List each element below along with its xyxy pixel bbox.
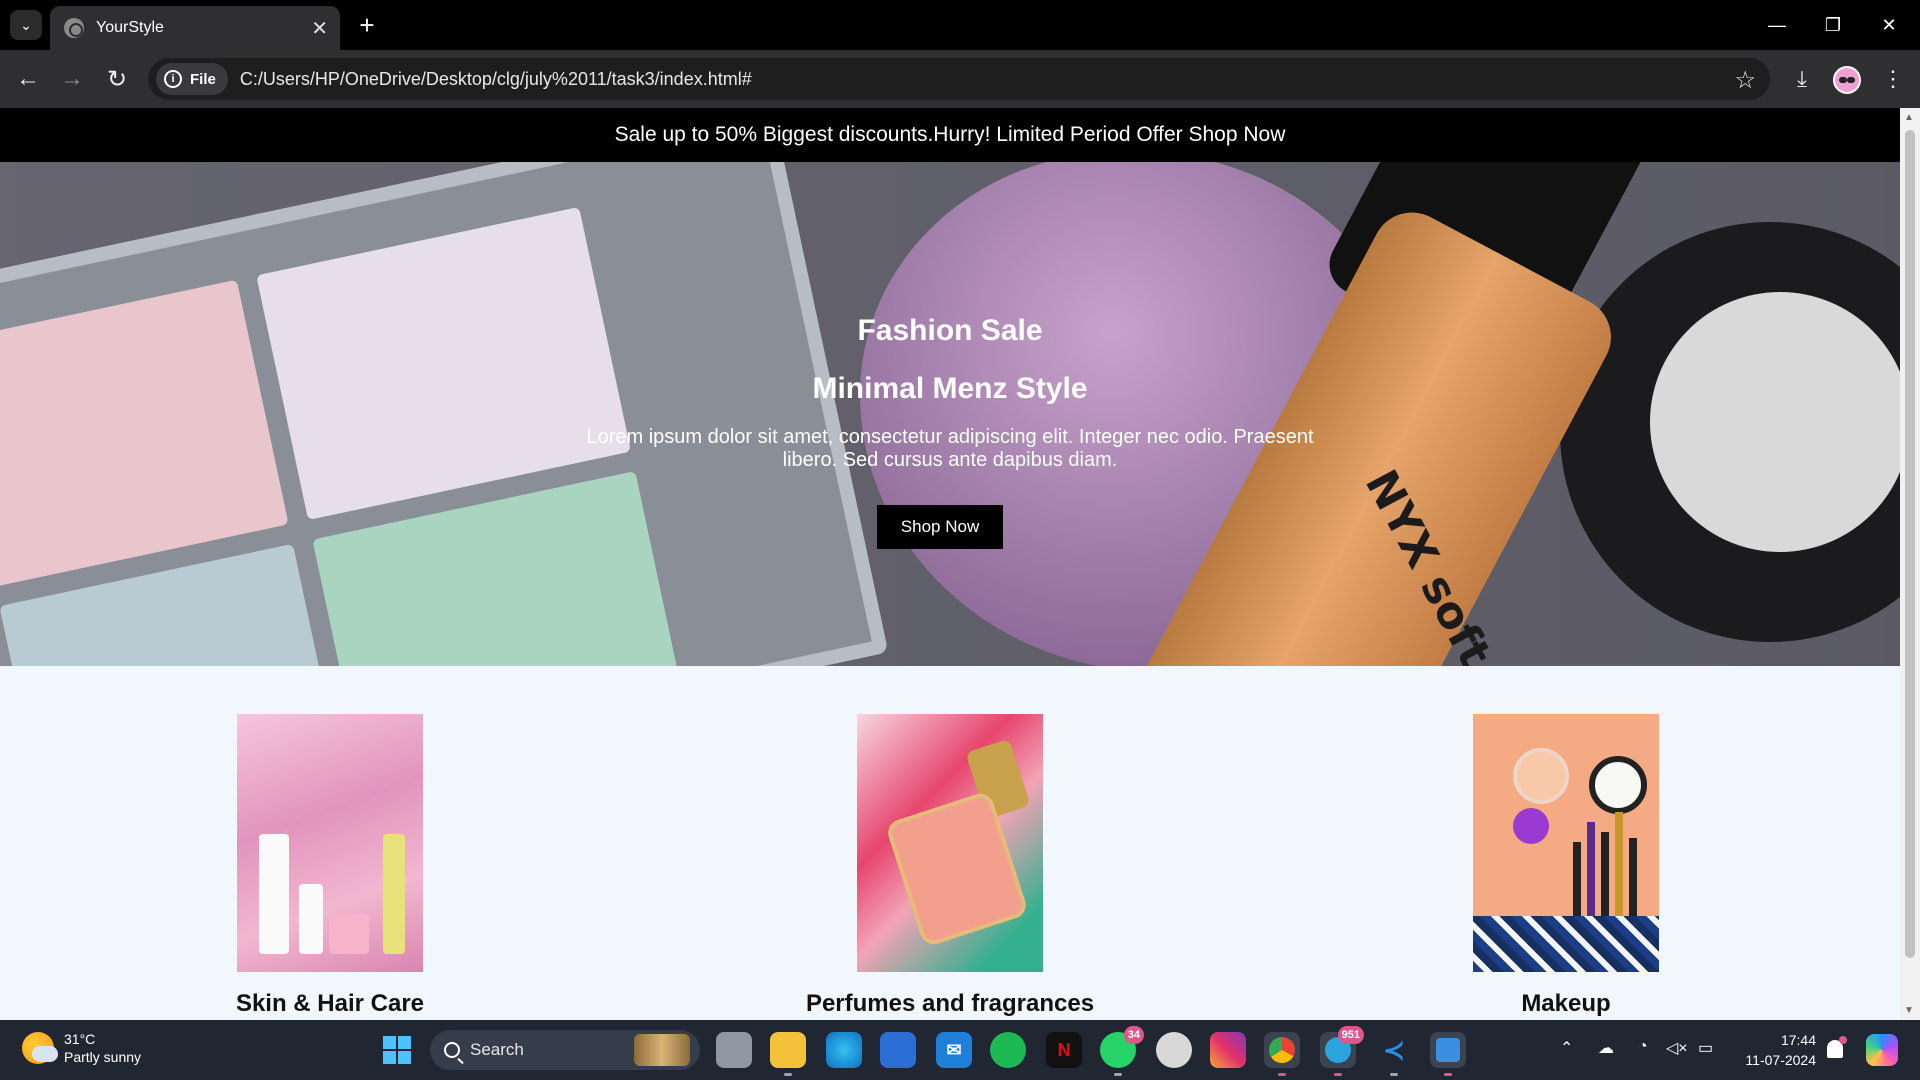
close-window-button[interactable]: ✕ bbox=[1864, 8, 1914, 42]
spotify-icon[interactable] bbox=[990, 1032, 1026, 1068]
windows-taskbar: 31°C Partly sunny Search ✉ N 34 951 ≺ ⌃ … bbox=[0, 1020, 1920, 1080]
onedrive-icon[interactable]: ☁ bbox=[1598, 1038, 1614, 1058]
taskbar-search[interactable]: Search bbox=[430, 1030, 700, 1070]
instagram-icon[interactable] bbox=[1210, 1032, 1246, 1068]
scroll-thumb[interactable] bbox=[1905, 130, 1915, 958]
minimize-button[interactable]: — bbox=[1752, 8, 1802, 42]
perfume-image[interactable] bbox=[857, 714, 1043, 972]
partly-sunny-icon bbox=[22, 1032, 58, 1064]
volume-muted-icon[interactable]: ◁× bbox=[1666, 1038, 1688, 1058]
browser-tab-bar: ⌄ YourStyle ✕ + — ❐ ✕ bbox=[0, 0, 1920, 50]
restore-button[interactable]: ❐ bbox=[1808, 8, 1858, 42]
scroll-up-icon[interactable]: ▲ bbox=[1904, 112, 1914, 123]
back-button[interactable]: ← bbox=[12, 63, 44, 95]
profile-avatar[interactable] bbox=[1833, 66, 1861, 94]
hero-section: NYX soft matte lip cream Fashion Sale Mi… bbox=[0, 162, 1900, 666]
hero-description: Lorem ipsum dolor sit amet, consectetur … bbox=[586, 426, 1314, 471]
clock-date: 11-07-2024 bbox=[1745, 1052, 1816, 1068]
browser-toolbar: ← → ↻ i File C:/Users/HP/OneDrive/Deskto… bbox=[0, 50, 1920, 108]
weather-widget[interactable]: 31°C Partly sunny bbox=[22, 1030, 141, 1066]
netflix-icon[interactable]: N bbox=[1046, 1032, 1082, 1068]
forward-button[interactable]: → bbox=[56, 63, 88, 95]
task-view-icon[interactable] bbox=[716, 1032, 752, 1068]
download-icon[interactable]: ⤓ bbox=[1786, 63, 1818, 95]
makeup-image[interactable] bbox=[1473, 714, 1659, 972]
tab-yourstyle[interactable]: YourStyle ✕ bbox=[50, 6, 340, 50]
start-button[interactable] bbox=[383, 1036, 411, 1064]
show-hidden-icons[interactable]: ⌃ bbox=[1560, 1038, 1573, 1058]
clock-time: 17:44 bbox=[1780, 1032, 1816, 1048]
store-icon[interactable] bbox=[880, 1032, 916, 1068]
vscode-icon[interactable]: ≺ bbox=[1376, 1032, 1412, 1076]
weather-description: Partly sunny bbox=[64, 1049, 142, 1065]
reload-button[interactable]: ↻ bbox=[101, 63, 133, 95]
bookmark-star-icon[interactable]: ☆ bbox=[1734, 66, 1756, 95]
chevron-down-icon: ⌄ bbox=[20, 16, 32, 33]
category-label: Perfumes and fragrances bbox=[805, 990, 1095, 1017]
search-label: Search bbox=[470, 1040, 524, 1059]
tab-search-button[interactable]: ⌄ bbox=[10, 10, 42, 40]
menu-kebab-icon[interactable]: ⋮ bbox=[1877, 63, 1909, 95]
shop-now-button[interactable]: Shop Now bbox=[877, 505, 1003, 549]
site-info-chip[interactable]: i File bbox=[156, 63, 228, 95]
category-perfumes[interactable]: Perfumes and fragrances bbox=[780, 714, 1120, 1018]
category-label: Makeup bbox=[1521, 990, 1611, 1017]
url-text[interactable]: C:/Users/HP/OneDrive/Desktop/clg/july%20… bbox=[240, 69, 752, 90]
info-icon: i bbox=[164, 70, 182, 88]
globe-icon bbox=[64, 18, 84, 38]
whatsapp-badge: 34 bbox=[1123, 1026, 1144, 1044]
skin-care-image[interactable] bbox=[237, 714, 423, 972]
chrome-icon[interactable] bbox=[1264, 1032, 1300, 1076]
search-icon bbox=[444, 1042, 460, 1058]
page-scrollbar[interactable]: ▲ ▼ bbox=[1900, 108, 1920, 1020]
battery-icon[interactable]: ▭ bbox=[1698, 1038, 1713, 1058]
category-section: Skin & Hair Care Perfumes and fragrances bbox=[0, 666, 1900, 1020]
hero-subtitle: Minimal Menz Style bbox=[812, 372, 1088, 405]
hero-title: Fashion Sale bbox=[857, 314, 1043, 347]
clock-app-icon[interactable] bbox=[1156, 1032, 1192, 1068]
paint-icon[interactable] bbox=[1430, 1032, 1466, 1076]
copilot-icon[interactable] bbox=[1866, 1034, 1898, 1066]
telegram-icon[interactable]: 951 bbox=[1320, 1026, 1364, 1076]
promo-text: Sale up to 50% Biggest discounts.Hurry! … bbox=[614, 123, 1286, 146]
tab-title: YourStyle bbox=[96, 19, 164, 36]
new-tab-button[interactable]: + bbox=[352, 10, 382, 40]
telegram-badge: 951 bbox=[1337, 1026, 1364, 1044]
search-highlight-image bbox=[634, 1034, 690, 1066]
notification-dot bbox=[1839, 1036, 1847, 1044]
close-tab-icon[interactable]: ✕ bbox=[311, 16, 328, 41]
mail-icon[interactable]: ✉ bbox=[936, 1032, 972, 1068]
wifi-icon[interactable]: ◔ bbox=[1638, 1038, 1648, 1056]
page-viewport: Sale up to 50% Biggest discounts.Hurry! … bbox=[0, 108, 1900, 1020]
address-bar[interactable]: i File C:/Users/HP/OneDrive/Desktop/clg/… bbox=[148, 58, 1770, 100]
promo-banner: Sale up to 50% Biggest discounts.Hurry! … bbox=[0, 108, 1900, 162]
edge-icon[interactable] bbox=[826, 1032, 862, 1068]
site-info-label: File bbox=[190, 70, 216, 88]
system-clock[interactable]: 17:44 11-07-2024 bbox=[1734, 1030, 1816, 1070]
whatsapp-icon[interactable]: 34 bbox=[1100, 1026, 1144, 1076]
scroll-down-icon[interactable]: ▼ bbox=[1904, 1005, 1914, 1016]
weather-temperature: 31°C bbox=[64, 1031, 96, 1047]
hero-content: Fashion Sale Minimal Menz Style Lorem ip… bbox=[0, 162, 1900, 666]
category-makeup[interactable]: Makeup bbox=[1396, 714, 1736, 1018]
category-skin-hair-care[interactable]: Skin & Hair Care bbox=[160, 714, 500, 1018]
category-label: Skin & Hair Care bbox=[235, 990, 425, 1017]
file-explorer-icon[interactable] bbox=[770, 1032, 806, 1076]
